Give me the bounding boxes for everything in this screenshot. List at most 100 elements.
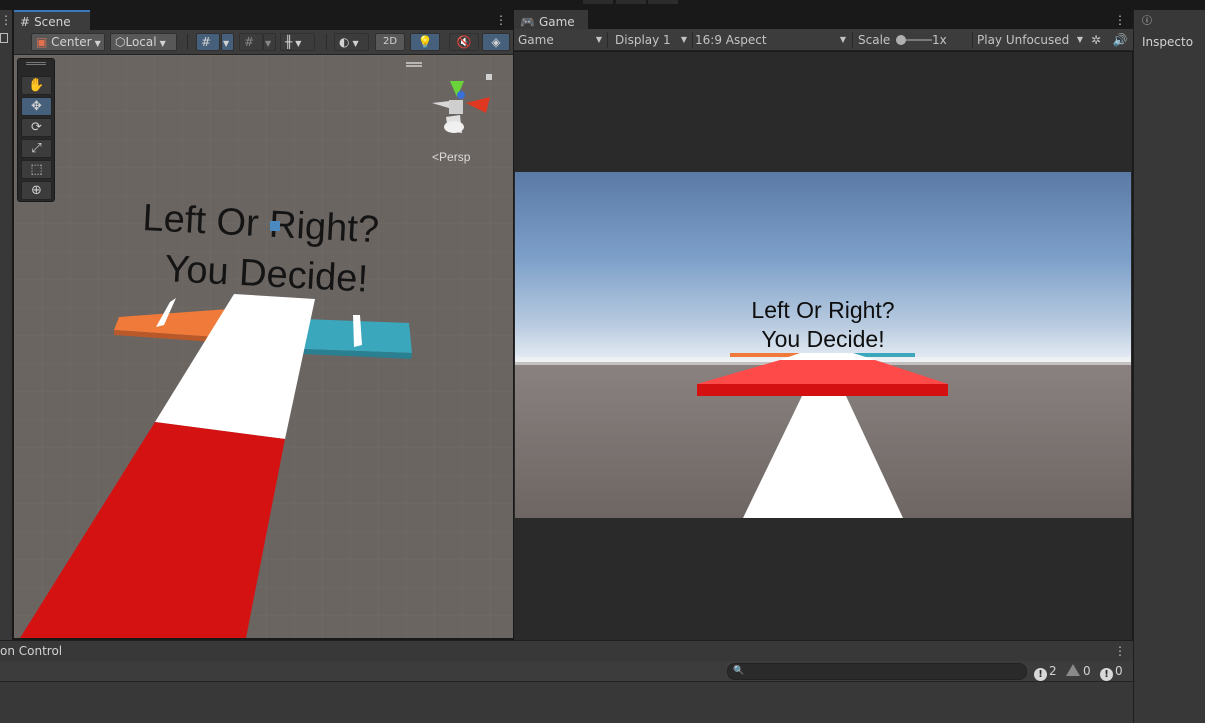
draw-mode-dropdown[interactable]: ◐ ▼ xyxy=(334,33,369,51)
toolbar-divider xyxy=(326,34,327,50)
tab-game-label: Game xyxy=(538,15,575,29)
left-panel-menu-icon[interactable]: ⋮ xyxy=(0,10,12,30)
space-dropdown[interactable]: ⬡Local ▼ xyxy=(110,33,177,51)
scale-label: Scale xyxy=(858,33,891,47)
tab-inspector-label: Inspecto xyxy=(1142,35,1194,49)
pivot-dropdown[interactable]: ▣ Center ▼ xyxy=(31,33,105,51)
game-text-line1: Left Or Right? xyxy=(751,297,894,323)
console-toolbar: 🔍 ! 2 0 ! 0 xyxy=(0,661,1133,682)
palette-drag-handle[interactable] xyxy=(26,62,46,65)
rotate-icon: ⟳ xyxy=(31,120,42,135)
increment-snap-dropdown[interactable]: ▼ xyxy=(263,33,276,51)
pivot-label: Center xyxy=(51,35,92,49)
scene-render: Left Or Right? You Decide! <Persp xyxy=(14,55,513,638)
search-icon: 🔍 xyxy=(733,666,745,676)
tab-version-control[interactable]: on Control xyxy=(0,641,120,661)
snap-icon: # xyxy=(244,35,255,49)
game-menu-icon[interactable]: ⋮ xyxy=(1114,10,1126,30)
grid-snap-dropdown[interactable]: ▼ xyxy=(221,33,234,51)
ruler-button[interactable]: ╫ ▼ xyxy=(280,33,315,51)
chevron-left-icon: < xyxy=(432,150,439,164)
tab-game[interactable]: 🎮 Game xyxy=(514,10,588,30)
space-label: Local xyxy=(125,35,157,49)
mute-audio-toggle[interactable]: 🔊 xyxy=(1112,31,1128,49)
scene-menu-icon[interactable]: ⋮ xyxy=(495,10,507,30)
scale-tool-button[interactable]: ⤢ xyxy=(21,139,52,158)
game-viewport[interactable]: Left Or Right? You Decide! xyxy=(515,172,1131,518)
display-label: Display 1 xyxy=(615,33,671,47)
left-panel-edge xyxy=(0,10,12,640)
shading-sphere-icon: ◐ xyxy=(339,35,350,49)
transform-tool-button[interactable]: ⊕ xyxy=(21,181,52,200)
error-count: 2 xyxy=(1049,664,1057,678)
display-dropdown[interactable]: Display 1 ▼ xyxy=(615,32,689,48)
hand-tool-button[interactable]: ✋ xyxy=(21,76,52,95)
speaker-icon: 🔊 xyxy=(1112,33,1128,47)
scene-tabbar: # Scene ⋮ xyxy=(14,10,513,30)
scale-slider[interactable] xyxy=(896,35,932,45)
play-mode-dropdown[interactable]: Play Unfocused ▼ xyxy=(977,32,1083,48)
rect-tool-button[interactable]: ⬚ xyxy=(21,160,52,179)
scale-slider-thumb[interactable] xyxy=(896,35,906,45)
chevron-down-icon: ▼ xyxy=(352,39,359,48)
text-object-handle[interactable] xyxy=(270,221,280,231)
ruler-icon: ╫ xyxy=(285,35,293,49)
bottom-menu-icon[interactable]: ⋮ xyxy=(1114,641,1126,661)
move-icon: ✥ xyxy=(31,99,42,114)
grid-snap-button[interactable]: # xyxy=(196,33,220,51)
audio-toggle[interactable]: 🔇 xyxy=(449,33,479,51)
projection-text: Persp xyxy=(439,150,471,164)
game-render: Left Or Right? You Decide! xyxy=(515,172,1131,518)
cube-icon: ⬡ xyxy=(115,35,126,49)
left-panel-icon xyxy=(0,33,8,43)
increment-snap-button[interactable]: # xyxy=(239,33,263,51)
scene-toolbar: ▣ Center ▼ ⬡Local ▼ # ▼ # ▼ ╫ ▼ ◐ ▼ 2D 💡 🔇 ◈ xyxy=(14,30,513,55)
tab-inspector[interactable]: ⓘ Inspecto xyxy=(1134,10,1205,49)
grid-snap-icon: # xyxy=(201,35,212,49)
toolbar-divider xyxy=(187,34,188,50)
scene-viewport[interactable]: Left Or Right? You Decide! <Persp xyxy=(14,55,513,638)
chevron-down-icon: ▼ xyxy=(595,35,602,44)
bottom-panel: on Control ⋮ 🔍 ! 2 0 ! 0 xyxy=(0,640,1133,723)
gamepad-icon: 🎮 xyxy=(520,15,535,29)
pivot-icon: ▣ xyxy=(36,35,48,49)
top-toolbar-stub xyxy=(616,0,646,4)
lightbulb-icon: 💡 xyxy=(417,35,433,49)
tab-scene-label: Scene xyxy=(34,15,71,29)
stats-toggle[interactable]: ✲ xyxy=(1088,31,1104,49)
game-toolbar: Game ▼ Display 1 ▼ 16:9 Aspect ▼ Scale 1… xyxy=(514,29,1133,51)
scale-value: 1x xyxy=(932,33,947,47)
tab-scene[interactable]: # Scene xyxy=(14,10,90,30)
view-label: Game xyxy=(518,33,554,47)
projection-label[interactable]: <Persp xyxy=(432,150,471,164)
info-count-toggle[interactable]: ! 0 xyxy=(1100,663,1123,681)
layers-icon: ◈ xyxy=(491,35,501,49)
scale-icon: ⤢ xyxy=(31,141,42,156)
aspect-dropdown[interactable]: 16:9 Aspect ▼ xyxy=(695,32,848,48)
warning-count-toggle[interactable]: 0 xyxy=(1066,663,1091,680)
effects-toggle[interactable]: ◈ xyxy=(482,33,510,51)
rotate-tool-button[interactable]: ⟳ xyxy=(21,118,52,137)
chevron-down-icon: ▼ xyxy=(295,39,302,48)
toolbar-divider xyxy=(972,32,973,48)
aspect-label: 16:9 Aspect xyxy=(695,33,767,47)
console-search-input[interactable]: 🔍 xyxy=(727,663,1027,680)
error-count-toggle[interactable]: ! 2 xyxy=(1034,663,1057,681)
hand-icon: ✋ xyxy=(28,78,45,93)
toolbar-divider xyxy=(852,32,853,48)
chevron-down-icon: ▼ xyxy=(94,39,101,48)
mode-2d-toggle[interactable]: 2D xyxy=(375,33,405,51)
warning-count: 0 xyxy=(1083,664,1091,678)
game-tabbar: 🎮 Game ⋮ xyxy=(514,10,1133,30)
inspector-panel: ⓘ Inspecto xyxy=(1133,10,1205,723)
chevron-down-icon: ▼ xyxy=(223,39,230,48)
chevron-down-icon: ▼ xyxy=(1076,35,1083,44)
error-icon: ! xyxy=(1034,668,1047,681)
warning-icon xyxy=(1066,664,1080,676)
info-message-icon: ! xyxy=(1100,668,1113,681)
tool-palette: ✋ ✥ ⟳ ⤢ ⬚ ⊕ xyxy=(17,58,55,202)
info-icon: ⓘ xyxy=(1142,16,1152,27)
view-dropdown[interactable]: Game ▼ xyxy=(518,32,604,48)
move-tool-button[interactable]: ✥ xyxy=(21,97,52,116)
lighting-toggle[interactable]: 💡 xyxy=(410,33,440,51)
